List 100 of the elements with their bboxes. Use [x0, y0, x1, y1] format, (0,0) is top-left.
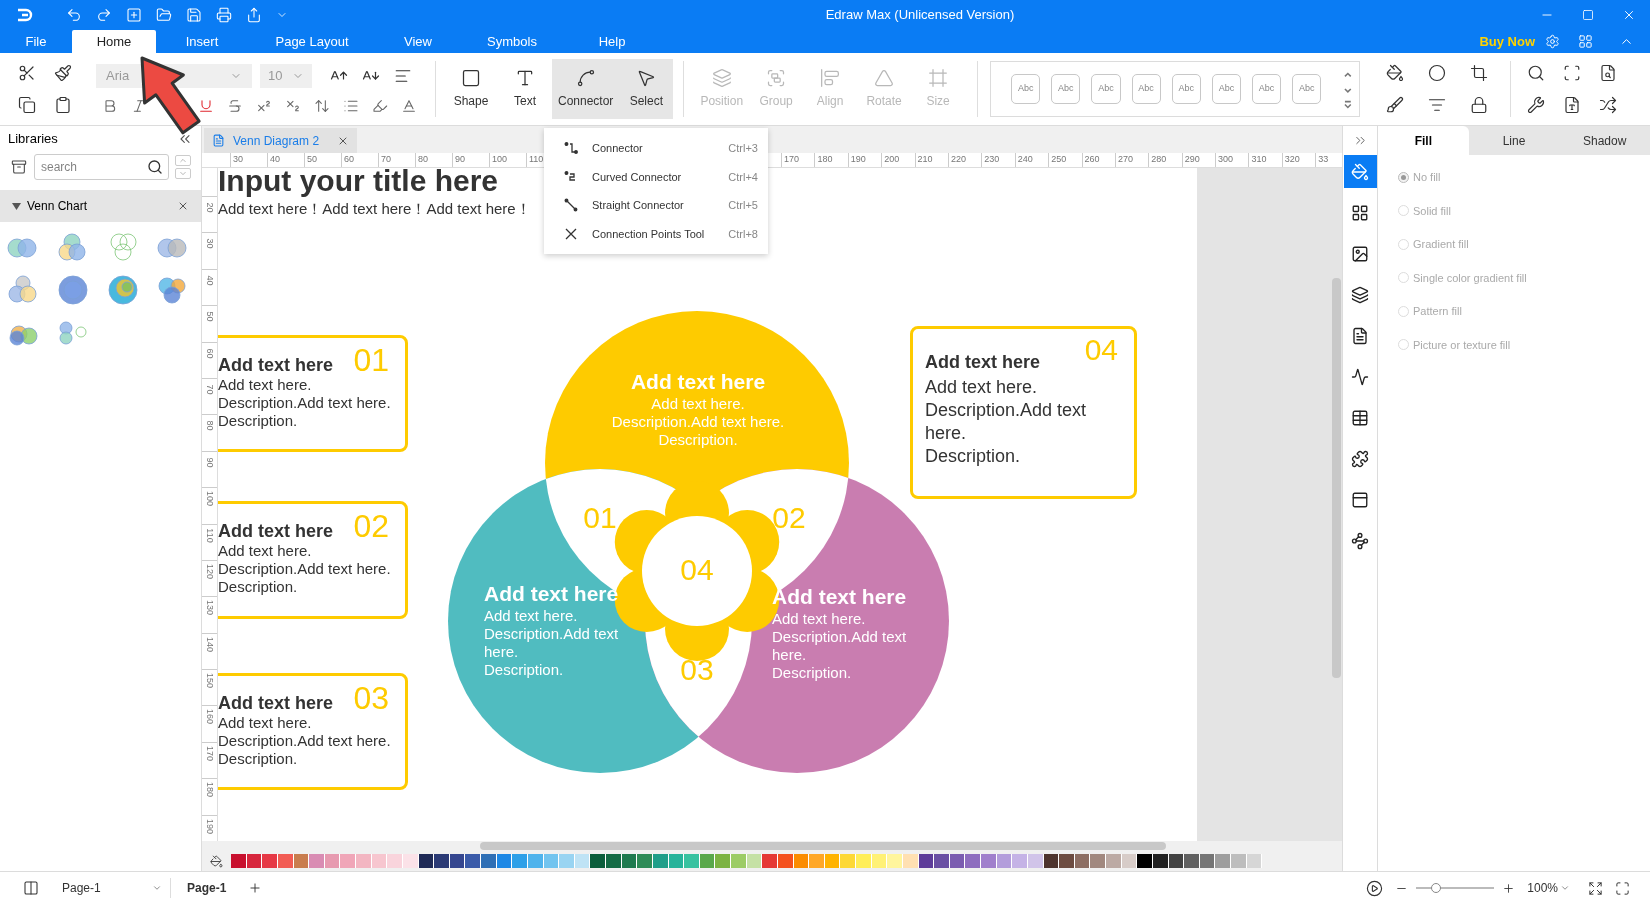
menu-tab[interactable]: View — [376, 30, 460, 53]
card-number: 01 — [353, 344, 389, 376]
font-size-select[interactable]: 10 — [260, 64, 312, 88]
menu-item[interactable]: Connection Points Tool Ctrl+8 — [544, 219, 768, 248]
ruler-label: 160 — [205, 709, 214, 725]
card-text: Description. — [218, 750, 298, 768]
circle-text: Add text here. — [772, 610, 867, 628]
ruler-label: 50 — [205, 311, 214, 322]
radio-label: Single color gradient fill — [1413, 270, 1527, 286]
circle-text: Add text here. — [651, 395, 745, 413]
ruler-label: 170 — [205, 745, 214, 761]
card-number: 02 — [353, 510, 389, 542]
card-text: Description. — [218, 578, 298, 596]
circle-text: Description.Add text here. — [611, 413, 785, 431]
card-text: Description. — [925, 445, 1021, 468]
style-preset[interactable]: Abc — [1211, 74, 1241, 104]
menu-item[interactable]: Connector Ctrl+3 — [544, 134, 768, 163]
circle-text: here. — [772, 646, 808, 664]
ruler-label: 270 — [1117, 154, 1133, 164]
card-heading: Add text here — [218, 522, 334, 540]
ribbon-tool[interactable]: Text — [498, 59, 552, 119]
card-text: Add text here. — [925, 376, 1038, 399]
menu-tab[interactable]: Insert — [156, 30, 248, 53]
ruler-label: 170 — [784, 154, 800, 164]
ruler-label: 30 — [205, 238, 214, 249]
search-field[interactable]: search — [34, 154, 169, 180]
ruler-label: 190 — [205, 818, 214, 834]
menu-tab[interactable]: Page Layout — [248, 30, 376, 53]
ruler-label: 140 — [205, 636, 214, 652]
card-heading: Add text here — [925, 351, 1041, 374]
radio-label: Picture or texture fill — [1413, 337, 1511, 353]
ruler-label: 100 — [492, 154, 508, 164]
menu-tab[interactable]: Symbols — [460, 30, 564, 53]
region-label: 02 — [771, 500, 807, 536]
card-heading: Add text here — [218, 356, 334, 374]
ruler-label: 220 — [950, 154, 966, 164]
library-section-header[interactable]: Venn Chart — [0, 190, 201, 222]
ribbon-tool[interactable]: Shape — [444, 59, 498, 119]
card-text: Add text here. — [218, 542, 312, 560]
ribbon-tool[interactable]: Select — [619, 59, 674, 119]
panel-tab[interactable]: Fill — [1378, 126, 1469, 155]
page-select[interactable]: Page-1 — [62, 879, 162, 897]
card-text: Description. — [218, 412, 298, 430]
ruler-label: 110 — [529, 154, 544, 164]
ruler-label: 40 — [205, 275, 214, 286]
circle-text: Description. — [658, 431, 738, 449]
ruler-label: 180 — [817, 154, 833, 164]
radio-label: Solid fill — [1413, 203, 1451, 219]
ruler-label: 290 — [1184, 154, 1200, 164]
ruler-label: 40 — [270, 154, 280, 164]
region-label: 04 — [679, 552, 715, 588]
menu-tab[interactable]: File — [0, 30, 72, 53]
circle-text: Add text here. — [484, 607, 579, 625]
document-tab[interactable]: Venn Diagram 2 — [204, 128, 358, 153]
style-preset[interactable]: Abc — [1292, 74, 1322, 104]
ruler-label: 33 — [1318, 154, 1329, 164]
ruler-label: 20 — [205, 202, 214, 213]
region-label: 03 — [679, 652, 715, 688]
card-number: 03 — [353, 682, 389, 714]
region-label: 01 — [582, 500, 618, 536]
ruler-label: 120 — [205, 563, 214, 579]
ruler-label: 250 — [1051, 154, 1067, 164]
page-subtitle: Add text here！Add text here！Add text here！ — [218, 199, 531, 219]
circle-text: Description. — [772, 664, 853, 682]
circle-text: Description.Add text — [772, 628, 907, 646]
ribbon-tool[interactable]: Connector — [552, 59, 620, 119]
ruler-label: 230 — [984, 154, 1000, 164]
radio-label: No fill — [1413, 170, 1441, 185]
radio-label: Pattern fill — [1413, 304, 1462, 319]
ruler-label: 210 — [917, 154, 933, 164]
page-tab[interactable]: Page-1 — [187, 879, 227, 897]
ruler-label: 70 — [205, 384, 214, 395]
style-preset[interactable]: Abc — [1091, 74, 1121, 104]
menu-tab[interactable]: Help — [564, 30, 660, 53]
panel-tab[interactable]: Shadow — [1559, 126, 1650, 155]
radio-label: Gradient fill — [1413, 237, 1469, 252]
buy-now-link[interactable]: Buy Now — [1479, 31, 1535, 52]
card-heading: Add text here — [218, 694, 334, 712]
style-preset[interactable]: Abc — [1051, 74, 1081, 104]
ruler-label: 280 — [1151, 154, 1167, 164]
card-text: Description.Add text — [925, 399, 1087, 422]
style-preset[interactable]: Abc — [1171, 74, 1201, 104]
ruler-label: 80 — [205, 420, 214, 431]
ruler-label: 260 — [1084, 154, 1100, 164]
card-text: Add text here. — [218, 376, 312, 394]
ruler-label: 200 — [884, 154, 900, 164]
style-preset[interactable]: Abc — [1252, 74, 1282, 104]
style-preset[interactable]: Abc — [1131, 74, 1161, 104]
menu-tab[interactable]: Home — [72, 30, 156, 53]
card-number: 04 — [1084, 335, 1118, 365]
ruler-label: 70 — [381, 154, 391, 164]
ruler-label: 50 — [307, 154, 317, 164]
ruler-label: 80 — [418, 154, 428, 164]
circle-heading: Add text here — [630, 369, 766, 395]
menu-item[interactable]: Curved Connector Ctrl+4 — [544, 162, 768, 191]
menu-item[interactable]: Straight Connector Ctrl+5 — [544, 191, 768, 220]
style-preset[interactable]: Abc — [1011, 74, 1041, 104]
panel-tab[interactable]: Line — [1468, 126, 1560, 155]
ruler-label: 60 — [205, 348, 214, 359]
zoom-reading: 100% — [1527, 880, 1558, 897]
